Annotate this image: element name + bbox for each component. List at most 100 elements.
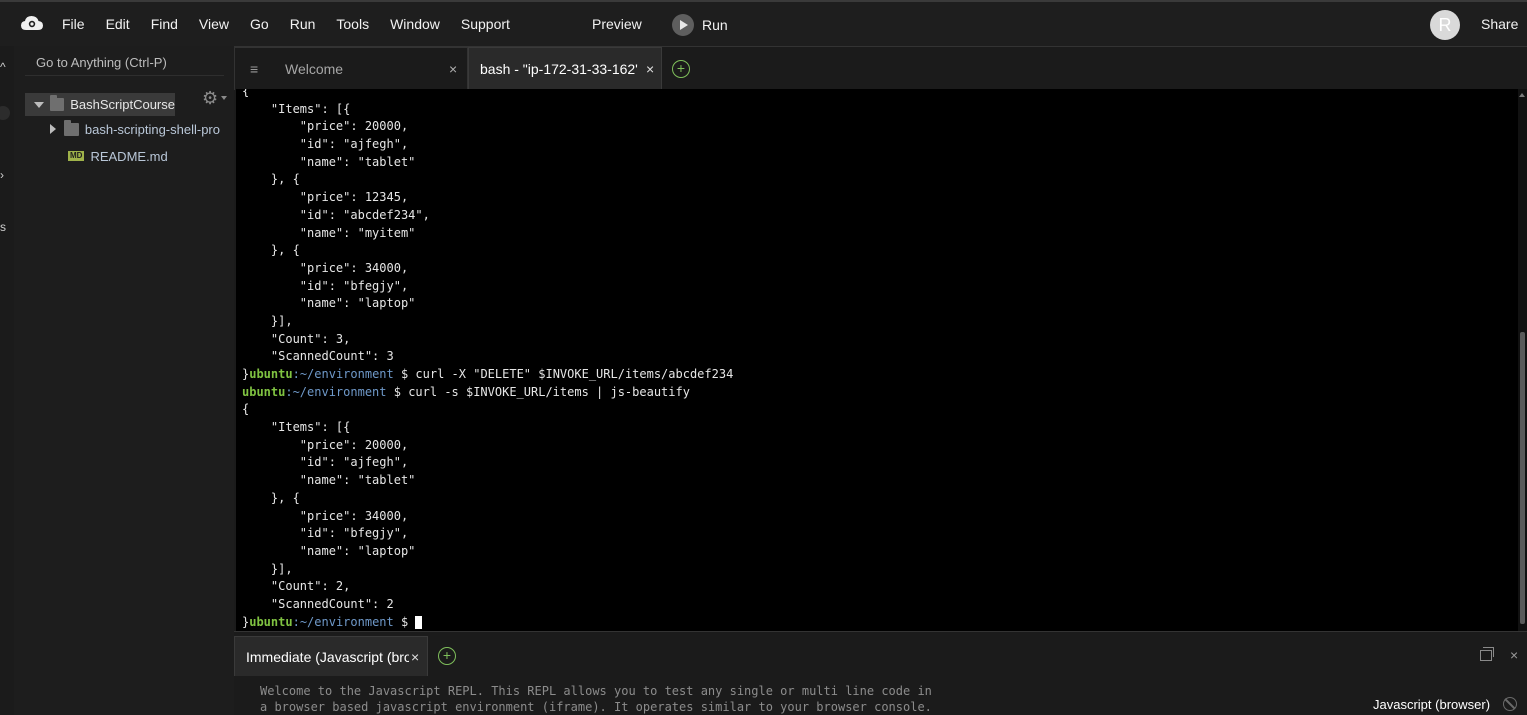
prompt-user: ubuntu	[242, 384, 286, 399]
terminal-output-text: "price": 12345,	[242, 190, 409, 205]
terminal-line: "name": "tablet"	[242, 154, 733, 172]
chevron-right-icon	[50, 124, 56, 134]
terminal-output-text: "id": "abcdef234",	[242, 207, 430, 222]
strip-label[interactable]: s	[0, 220, 6, 234]
tab-immediate[interactable]: Immediate (Javascript (browser)) ×	[234, 636, 428, 676]
tree-folder[interactable]: bash-scripting-shell-pro	[50, 120, 220, 138]
terminal-output-text: "price": 20000,	[242, 437, 409, 452]
terminal-output-text: "name": "laptop"	[242, 543, 416, 558]
terminal-line: "id": "ajfegh",	[242, 454, 733, 472]
terminal-line: }ubuntu:~/environment $ curl -X "DELETE"…	[242, 366, 733, 384]
terminal-output-text: "ScannedCount": 2	[242, 596, 394, 611]
menu-item-window[interactable]: Window	[390, 16, 440, 32]
terminal-output-text: "id": "bfegjy",	[242, 278, 409, 293]
gear-icon[interactable]: ⚙	[202, 88, 218, 109]
prompt-user: ubuntu	[249, 367, 293, 381]
terminal-line: "name": "laptop"	[242, 543, 733, 561]
menu-item-edit[interactable]: Edit	[106, 16, 130, 32]
restore-window-icon[interactable]	[1480, 647, 1494, 661]
terminal-line: "price": 34000,	[242, 260, 733, 278]
terminal-line: "price": 20000,	[242, 118, 733, 136]
strip-caret-icon[interactable]: ^	[0, 60, 6, 74]
terminal-line: "Count": 3,	[242, 331, 733, 349]
prompt-path: :~/environment	[292, 614, 394, 629]
terminal-output-text: "Count": 3,	[242, 331, 351, 346]
run-label: Run	[702, 17, 728, 33]
terminal-line: }, {	[242, 171, 733, 189]
menu-item-run[interactable]: Run	[290, 16, 316, 32]
terminal-line: ubuntu:~/environment $ curl -s $INVOKE_U…	[242, 384, 733, 402]
preview-button[interactable]: Preview	[592, 16, 642, 32]
terminal-command: $	[393, 614, 416, 629]
tab-bash-label: bash - "ip-172-31-33-162'	[480, 61, 638, 77]
menu-item-go[interactable]: Go	[250, 16, 269, 32]
tab-welcome[interactable]: ≡ Welcome ×	[234, 47, 468, 90]
terminal-output-text: "Items": [{	[242, 101, 351, 116]
menu-item-view[interactable]: View	[199, 16, 229, 32]
menu-item-support[interactable]: Support	[461, 16, 510, 32]
goto-anything-input[interactable]: Go to Anything (Ctrl-P)	[25, 50, 224, 76]
terminal-line: }, {	[242, 242, 733, 260]
cloud9-logo-icon[interactable]	[20, 13, 44, 35]
terminal-cursor	[415, 615, 423, 629]
terminal-line: }],	[242, 561, 733, 579]
tree-root-folder[interactable]: BashScriptCourse	[25, 93, 175, 116]
tab-bash[interactable]: bash - "ip-172-31-33-162' ×	[468, 47, 662, 90]
strip-arrow-icon[interactable]: ›	[0, 168, 4, 182]
tree-file-readme[interactable]: MD README.md	[68, 147, 168, 165]
terminal-output-text: }],	[242, 561, 293, 576]
menu-item-find[interactable]: Find	[151, 16, 178, 32]
prompt-path: :~/environment	[285, 384, 387, 399]
menu-item-tools[interactable]: Tools	[336, 16, 369, 32]
gear-dropdown-icon[interactable]	[221, 96, 227, 100]
terminal-line: }ubuntu:~/environment $	[242, 614, 733, 631]
repl-mode-selector[interactable]: Javascript (browser)	[1373, 697, 1490, 712]
chevron-down-icon	[34, 101, 44, 108]
terminal-output-text: {	[242, 89, 250, 98]
avatar[interactable]: R	[1430, 10, 1460, 40]
terminal-line: "price": 12345,	[242, 189, 733, 207]
terminal-output-text: "name": "laptop"	[242, 296, 416, 311]
bottom-tab-bar: Immediate (Javascript (browser)) × +	[234, 636, 1527, 676]
terminal-output-text: "name": "tablet"	[242, 473, 416, 488]
run-button[interactable]: Run	[672, 14, 728, 36]
terminal[interactable]: { "Items": [{ "price": 20000, "id": "ajf…	[236, 89, 1518, 631]
terminal-output-text: }, {	[242, 243, 300, 258]
close-icon[interactable]: ×	[449, 61, 457, 77]
editor-tab-bar: ≡ Welcome × bash - "ip-172-31-33-162' × …	[234, 46, 1527, 90]
close-icon[interactable]: ×	[411, 649, 419, 665]
disable-icon[interactable]	[1503, 697, 1517, 711]
terminal-line: "price": 34000,	[242, 508, 733, 526]
menu-items: File Edit Find View Go Run Tools Window Support	[62, 2, 531, 46]
terminal-line: "id": "abcdef234",	[242, 207, 733, 225]
add-tab-icon[interactable]: +	[672, 60, 690, 78]
terminal-output-text: "price": 20000,	[242, 119, 409, 134]
tab-welcome-label: Welcome	[285, 61, 344, 77]
share-button[interactable]: Share	[1481, 16, 1518, 32]
prompt-user: ubuntu	[249, 614, 293, 629]
scroll-up-icon[interactable]	[1519, 93, 1525, 97]
terminal-line: "id": "bfegjy",	[242, 278, 733, 296]
menu-bar: File Edit Find View Go Run Tools Window Support …	[0, 0, 1527, 46]
terminal-line: "name": "tablet"	[242, 472, 733, 490]
terminal-command: $ curl -s $INVOKE_URL/items | js-beautif…	[386, 384, 690, 399]
tree-root-label: BashScriptCourse	[70, 97, 175, 112]
play-icon	[672, 14, 694, 36]
repl-console[interactable]: Welcome to the Javascript REPL. This REP…	[236, 676, 1527, 715]
close-icon[interactable]: ×	[646, 61, 654, 77]
terminal-line: "id": "ajfegh",	[242, 136, 733, 154]
terminal-line: "Items": [{	[242, 419, 733, 437]
terminal-line: {	[242, 89, 733, 101]
menu-icon[interactable]: ≡	[250, 61, 258, 77]
close-panel-icon[interactable]: ×	[1510, 647, 1518, 663]
strip-environment-icon[interactable]	[0, 106, 10, 120]
tab-immediate-label: Immediate (Javascript (browser))	[246, 649, 409, 665]
terminal-line: "ScannedCount": 3	[242, 348, 733, 366]
terminal-scrollbar-thumb[interactable]	[1520, 332, 1525, 624]
terminal-output: { "Items": [{ "price": 20000, "id": "ajf…	[242, 89, 733, 631]
terminal-output-text: }],	[242, 313, 293, 328]
repl-welcome-line-2: a browser based javascript environment (…	[260, 700, 932, 714]
menu-item-file[interactable]: File	[62, 16, 85, 32]
add-tab-icon[interactable]: +	[438, 647, 456, 665]
folder-icon	[50, 95, 65, 111]
